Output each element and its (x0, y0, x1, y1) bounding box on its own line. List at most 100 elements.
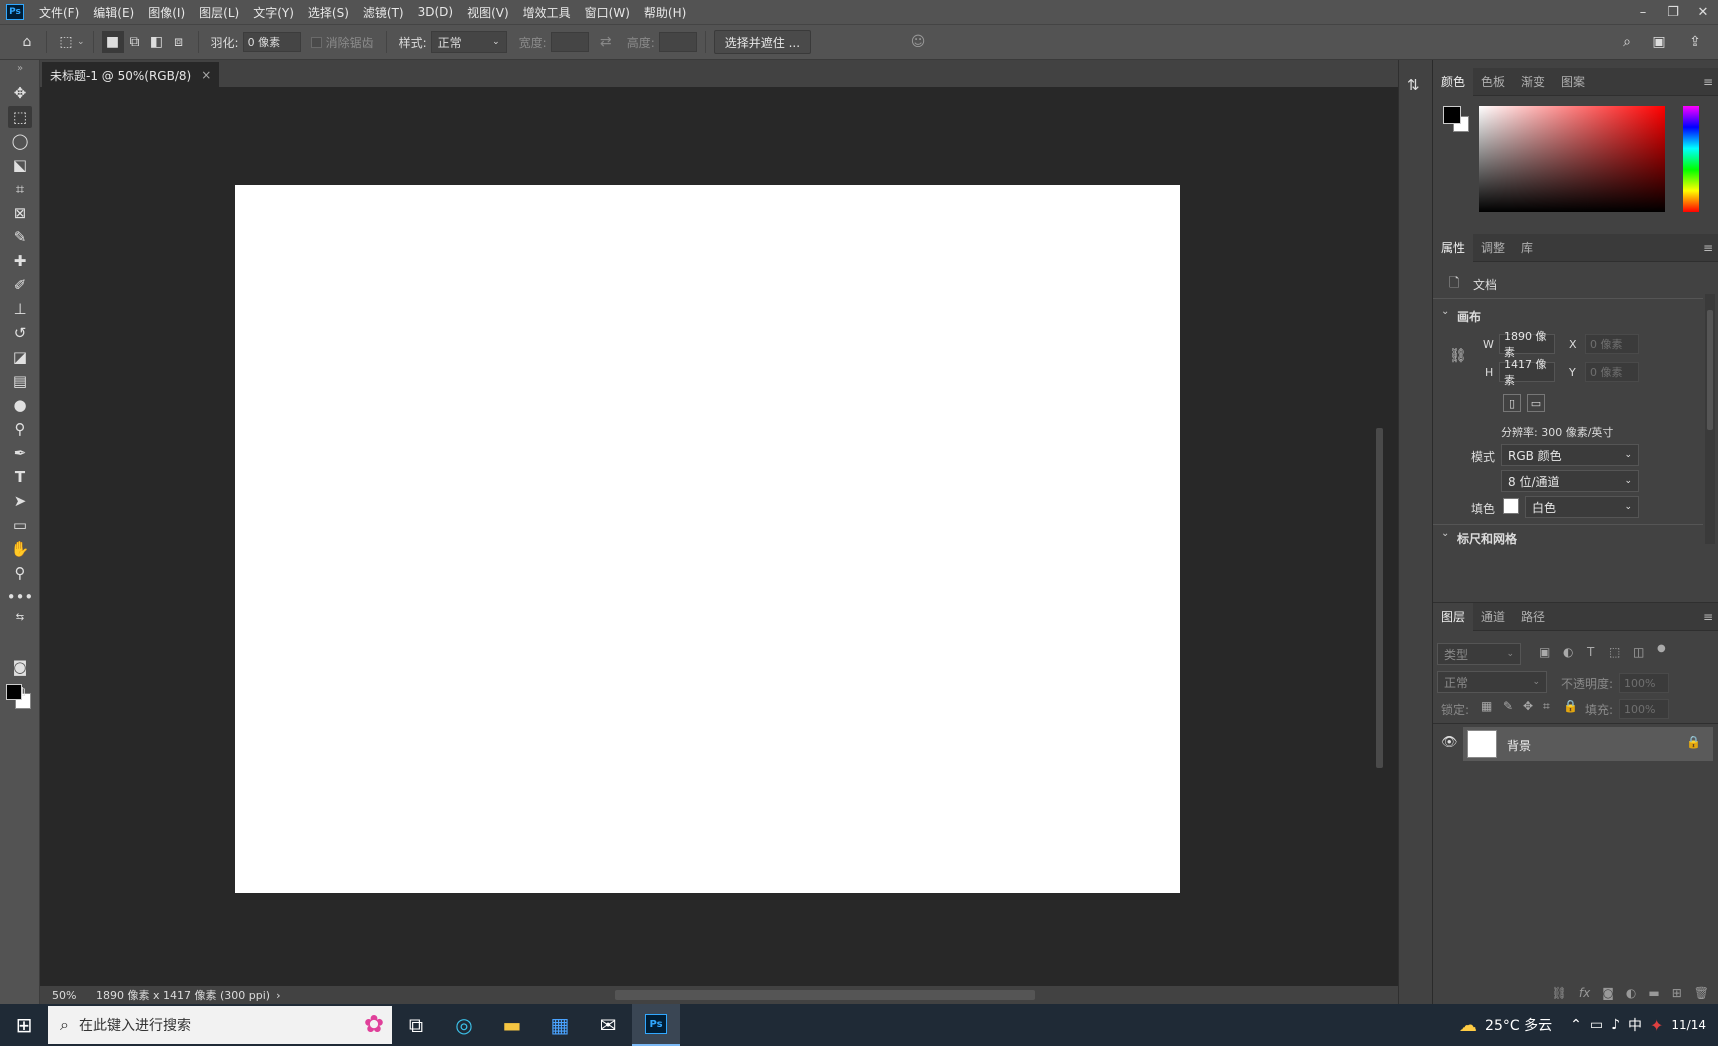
document-tab[interactable]: 未标题-1 @ 50%(RGB/8) × (42, 62, 220, 88)
rectangle-tool-icon[interactable]: ▭ (8, 514, 32, 536)
network-icon[interactable]: ▭ (1590, 1017, 1603, 1033)
weather-icon[interactable]: ☁ (1459, 1015, 1477, 1036)
rulers-grids-section-title[interactable]: 标尺和网格 (1457, 530, 1517, 547)
menu-type[interactable]: 文字(Y) (246, 4, 301, 21)
horizontal-scrollbar-thumb[interactable] (615, 990, 1035, 1000)
fill-color-swatch[interactable] (1503, 498, 1519, 514)
subtract-selection-icon[interactable]: ◧ (146, 31, 168, 53)
canvas[interactable] (235, 185, 1180, 893)
filter-pixel-icon[interactable]: ▣ (1539, 645, 1550, 659)
hand-tool-icon[interactable]: ✋ (8, 538, 32, 560)
search-icon[interactable]: ⌕ (1616, 31, 1638, 53)
quick-mask-icon[interactable]: ◙ (8, 656, 32, 678)
properties-scrollbar-thumb[interactable] (1707, 310, 1713, 430)
filter-toggle-icon[interactable]: ● (1657, 643, 1666, 654)
lock-artboard-icon[interactable]: ⌗ (1543, 699, 1550, 714)
weather-text[interactable]: 25°C 多云 (1485, 1015, 1552, 1035)
height-input[interactable] (658, 32, 697, 52)
canvas-section-title[interactable]: 画布 (1457, 308, 1481, 325)
windows-start-icon[interactable]: ⊞ (0, 1004, 48, 1046)
hue-slider[interactable] (1683, 106, 1699, 212)
object-select-tool-icon[interactable]: ⬕ (8, 154, 32, 176)
history-brush-tool-icon[interactable]: ↺ (8, 322, 32, 344)
blur-tool-icon[interactable]: ● (8, 394, 32, 416)
zoom-level[interactable]: 50% (52, 989, 82, 1002)
menu-view[interactable]: 视图(V) (460, 4, 516, 21)
vertical-scrollbar[interactable] (1372, 88, 1386, 1046)
file-explorer-icon[interactable]: ▬ (488, 1004, 536, 1046)
close-icon[interactable]: × (201, 68, 211, 82)
canvas-height-field[interactable]: 1417 像素 (1499, 358, 1555, 387)
foreground-color-swatch[interactable] (6, 684, 22, 700)
share-icon[interactable]: ⇪ (1684, 31, 1706, 53)
blend-mode-select[interactable]: 正常 ⌄ (1437, 671, 1547, 693)
document-info[interactable]: 1890 像素 x 1417 像素 (300 ppi) (96, 987, 270, 1003)
expand-icon[interactable]: » (8, 62, 32, 74)
menu-filter[interactable]: 滤镜(T) (356, 4, 411, 21)
eye-icon[interactable]: 👁 (1441, 735, 1458, 750)
link-icon[interactable]: ⛓ (1449, 348, 1467, 364)
chevron-down-icon[interactable]: ⌄ (1441, 306, 1449, 317)
panel-menu-icon[interactable]: ≡ (1703, 241, 1713, 255)
feather-input[interactable]: 0 像素 (242, 32, 301, 52)
canvas-width-field[interactable]: 1890 像素 (1499, 330, 1555, 359)
filter-smart-object-icon[interactable]: ◫ (1633, 645, 1644, 659)
fill-select[interactable]: 白色 ⌄ (1525, 496, 1639, 518)
home-icon[interactable]: ⌂ (16, 31, 38, 53)
vertical-scrollbar-thumb[interactable] (1376, 428, 1383, 768)
tab-layers[interactable]: 图层 (1433, 602, 1474, 631)
more-tools-icon[interactable]: ••• (7, 586, 34, 608)
marquee-preset-icon[interactable]: ⬚ (55, 31, 77, 53)
lock-icon[interactable]: 🔒 (1686, 735, 1701, 749)
volume-icon[interactable]: ♪ (1611, 1017, 1620, 1033)
eraser-tool-icon[interactable]: ◪ (8, 346, 32, 368)
default-colors-icon[interactable]: ⇆ (8, 610, 32, 624)
menu-edit[interactable]: 编辑(E) (86, 4, 141, 21)
panel-menu-icon[interactable]: ≡ (1703, 75, 1713, 89)
opacity-field[interactable]: 100% (1619, 673, 1669, 693)
pen-tool-icon[interactable]: ✒ (8, 442, 32, 464)
style-select[interactable]: 正常 ⌄ (430, 31, 507, 53)
lock-transparent-icon[interactable]: ▦ (1481, 699, 1492, 713)
taskbar-search-box[interactable]: ⌕ 在此键入进行搜索 ✿ (48, 1006, 392, 1044)
trash-icon[interactable]: 🗑 (1694, 986, 1709, 1000)
gradient-tool-icon[interactable]: ▤ (8, 370, 32, 392)
menu-image[interactable]: 图像(I) (141, 4, 192, 21)
fill-field[interactable]: 100% (1619, 699, 1669, 719)
canvas-x-field[interactable]: 0 像素 (1585, 334, 1639, 354)
filter-type-icon[interactable]: T (1587, 645, 1594, 659)
adjustment-layer-icon[interactable]: ◐ (1626, 986, 1636, 1000)
minimize-button[interactable]: – (1628, 0, 1658, 24)
menu-file[interactable]: 文件(F) (32, 4, 86, 21)
frame-tool-icon[interactable]: ⊠ (8, 202, 32, 224)
tab-properties[interactable]: 属性 (1433, 233, 1474, 262)
mail-icon[interactable]: ✉ (584, 1004, 632, 1046)
select-and-mask-button[interactable]: 选择并遮住 ... (713, 30, 812, 54)
move-tool-icon[interactable]: ✥ (8, 82, 32, 104)
swap-icon[interactable]: ⇄ (595, 31, 617, 53)
portrait-orientation-icon[interactable]: ▯ (1503, 394, 1521, 412)
photoshop-taskbar-icon[interactable]: Ps (632, 1004, 680, 1046)
filter-adjustment-icon[interactable]: ◐ (1563, 645, 1573, 659)
dodge-tool-icon[interactable]: ⚲ (8, 418, 32, 440)
layer-name[interactable]: 背景 (1507, 737, 1531, 754)
color-mode-select[interactable]: RGB 颜色 ⌄ (1501, 444, 1639, 466)
new-selection-icon[interactable]: ■ (101, 31, 124, 53)
color-field[interactable] (1479, 106, 1665, 212)
path-select-tool-icon[interactable]: ➤ (8, 490, 32, 512)
menu-plugins[interactable]: 增效工具 (516, 4, 578, 21)
landscape-orientation-icon[interactable]: ▭ (1527, 394, 1545, 412)
fx-icon[interactable]: fx (1579, 986, 1590, 1000)
workspace-icon[interactable]: ▣ (1648, 31, 1670, 53)
lock-position-icon[interactable]: ✥ (1523, 699, 1533, 713)
properties-scrollbar[interactable] (1705, 294, 1715, 544)
link-layers-icon[interactable]: ⛓ (1552, 986, 1567, 1000)
add-mask-icon[interactable]: ◙ (1602, 986, 1614, 1000)
canvas-y-field[interactable]: 0 像素 (1585, 362, 1639, 382)
eyedropper-tool-icon[interactable]: ✎ (8, 226, 32, 248)
new-group-icon[interactable]: ▬ (1648, 986, 1659, 1000)
healing-brush-tool-icon[interactable]: ✚ (8, 250, 32, 272)
lock-pixels-icon[interactable]: ✎ (1503, 699, 1513, 713)
status-arrow-icon[interactable]: › (276, 989, 280, 1002)
layer-filter-select[interactable]: 类型 ⌄ (1437, 643, 1521, 665)
